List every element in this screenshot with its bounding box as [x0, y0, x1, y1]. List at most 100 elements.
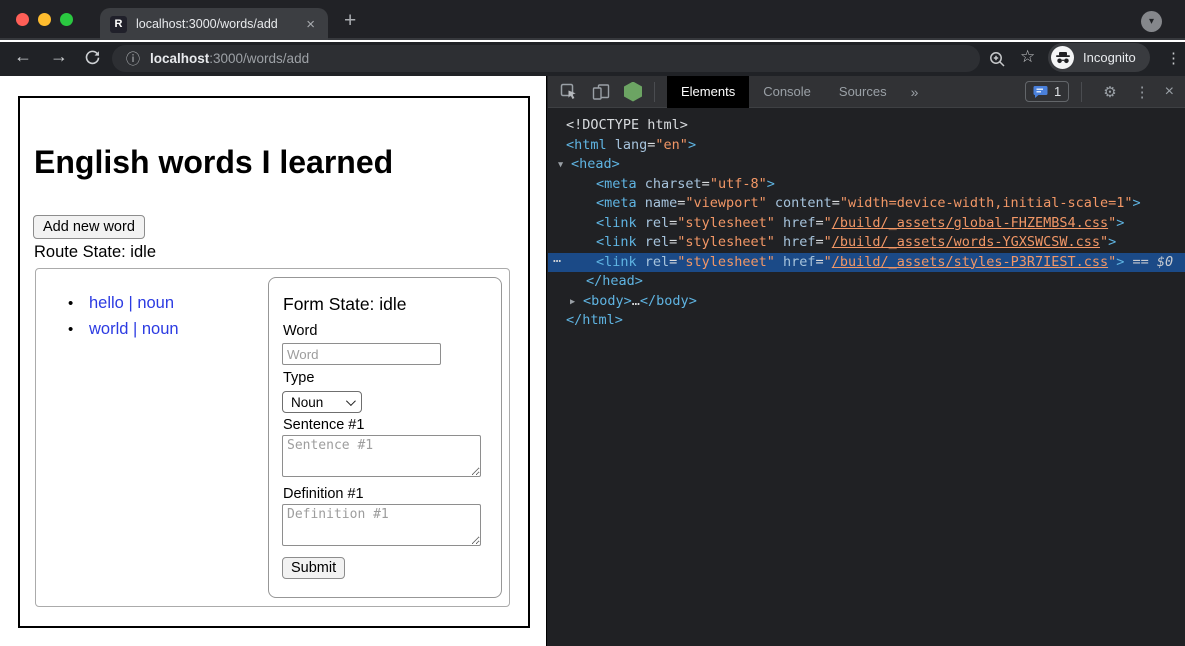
code-line[interactable]: <link rel="stylesheet" href="/build/_ass…	[548, 214, 1185, 234]
code-line[interactable]: <!DOCTYPE html>	[548, 116, 1185, 136]
code-line[interactable]: <html lang="en">	[548, 136, 1185, 156]
code-segment-link: /build/_assets/words-YGXSWCSW.css	[832, 234, 1100, 250]
add-new-word-button[interactable]: Add new word	[33, 215, 145, 239]
devtools-panel: Elements Console Sources » 1 ⚙ ⋮ × <!DOC…	[546, 76, 1185, 646]
words-list: •hello | noun•world | noun	[68, 290, 179, 342]
form-state-text: Form State: idle	[283, 294, 407, 315]
code-segment-val: "	[824, 234, 832, 250]
code-segment-attr: rel	[637, 215, 670, 231]
bookmark-star-icon[interactable]: ☆	[1020, 47, 1035, 67]
code-segment-anno: == $0	[1124, 254, 1173, 270]
incognito-avatar	[1051, 46, 1074, 69]
toolbar-separator	[1081, 82, 1082, 102]
incognito-icon	[1055, 52, 1071, 64]
code-segment-link: /build/_assets/styles-P3R7IEST.css	[832, 254, 1108, 270]
code-segment-tag: <link	[596, 234, 637, 250]
inspect-element-button[interactable]	[560, 83, 578, 101]
code-segment-tag: <link	[596, 215, 637, 231]
url-host: localhost	[150, 51, 209, 66]
definition-textarea[interactable]	[282, 504, 481, 546]
code-segment-attr: charset	[637, 176, 702, 192]
reload-icon	[84, 49, 101, 66]
code-segment-attr: rel	[637, 234, 670, 250]
word-link[interactable]: world | noun	[89, 320, 179, 339]
code-segment-plain: …	[632, 293, 640, 309]
window-close-button[interactable]	[16, 13, 29, 26]
word-list-item: •world | noun	[68, 316, 179, 342]
code-segment-tag: <head>	[571, 156, 620, 172]
sentence-label: Sentence #1	[283, 417, 364, 433]
code-segment-attr: href	[775, 254, 816, 270]
code-segment-tag: </body>	[640, 293, 697, 309]
type-select-value: Noun	[291, 395, 323, 410]
green-hexagon-icon	[624, 82, 642, 102]
browser-menu-button[interactable]: ⋮	[1166, 49, 1181, 67]
reload-button[interactable]	[84, 49, 101, 71]
line-actions-icon[interactable]: …	[553, 249, 562, 269]
word-input[interactable]	[282, 343, 441, 365]
code-segment-attr: rel	[637, 254, 670, 270]
site-info-icon[interactable]: ⓘ	[126, 49, 140, 69]
devtools-close-icon[interactable]: ×	[1165, 83, 1174, 101]
more-tabs-button[interactable]: »	[901, 84, 929, 100]
code-segment-attr: name	[637, 195, 678, 211]
submit-button[interactable]: Submit	[282, 557, 345, 579]
incognito-label: Incognito	[1083, 50, 1136, 65]
issues-badge[interactable]: 1	[1025, 81, 1069, 102]
code-line[interactable]: <meta charset="utf-8">	[548, 175, 1185, 195]
code-segment-tag: <html	[566, 137, 607, 153]
incognito-badge: Incognito	[1048, 43, 1150, 72]
address-bar[interactable]: ⓘ localhost :3000/words/add	[112, 45, 980, 72]
code-segment-val: "viewport"	[685, 195, 766, 211]
devtools-menu-icon[interactable]: ⋮	[1135, 83, 1150, 101]
code-segment-tag: <body>	[583, 293, 632, 309]
tab-close-icon[interactable]: ×	[303, 17, 318, 32]
code-segment-tag: <meta	[596, 176, 637, 192]
browser-tab[interactable]: R localhost:3000/words/add ×	[100, 8, 328, 40]
expand-arrow-icon[interactable]: ▼	[558, 156, 571, 176]
code-line[interactable]: ▼<head>	[548, 155, 1185, 175]
tab-sources[interactable]: Sources	[825, 76, 901, 108]
word-link[interactable]: hello | noun	[89, 294, 174, 313]
extension-button[interactable]	[624, 82, 642, 102]
code-line[interactable]: <meta name="viewport" content="width=dev…	[548, 194, 1185, 214]
tab-console[interactable]: Console	[749, 76, 825, 108]
code-segment-val: "	[1100, 234, 1108, 250]
code-segment-val: "stylesheet"	[677, 234, 775, 250]
device-toolbar-button[interactable]	[592, 83, 610, 101]
chevron-down-icon: ▾	[1149, 17, 1154, 27]
browser-toolbar: ← → ⓘ localhost :3000/words/add ☆	[0, 42, 1185, 76]
tab-elements[interactable]: Elements	[667, 76, 749, 108]
expand-arrow-icon[interactable]: ▶	[570, 293, 583, 313]
code-line[interactable]: ▶<body>…</body>	[548, 292, 1185, 312]
code-line[interactable]: </head>	[548, 272, 1185, 292]
code-line[interactable]: <link rel="stylesheet" href="/build/_ass…	[548, 233, 1185, 253]
code-segment-tag: </head>	[586, 273, 643, 289]
code-segment-attr: href	[775, 234, 816, 250]
code-segment-plain: =	[815, 215, 823, 231]
magnifier-plus-icon	[988, 50, 1006, 68]
zoom-button[interactable]	[988, 50, 1006, 73]
sentence-textarea[interactable]	[282, 435, 481, 477]
code-segment-val: "	[824, 215, 832, 231]
page-content: English words I learned Add new word Rou…	[0, 76, 546, 646]
code-line[interactable]: </html>	[548, 311, 1185, 331]
remix-favicon-icon: R	[110, 16, 127, 33]
window-minimize-button[interactable]	[38, 13, 51, 26]
window-zoom-button[interactable]	[60, 13, 73, 26]
code-segment-plain: =	[702, 176, 710, 192]
tab-search-button[interactable]: ▾	[1141, 11, 1162, 32]
code-segment-tag: </html>	[566, 312, 623, 328]
page-title: English words I learned	[34, 144, 393, 180]
back-button[interactable]: ←	[14, 46, 32, 67]
code-segment-tag: <meta	[596, 195, 637, 211]
url-path: :3000/words/add	[209, 51, 309, 66]
new-tab-button[interactable]: +	[344, 9, 356, 33]
issues-count: 1	[1054, 84, 1061, 99]
tab-title: localhost:3000/words/add	[136, 17, 303, 31]
code-segment-val: "utf-8"	[710, 176, 767, 192]
code-line[interactable]: …<link rel="stylesheet" href="/build/_as…	[548, 253, 1185, 273]
settings-gear-icon[interactable]: ⚙	[1103, 83, 1116, 101]
forward-button[interactable]: →	[50, 46, 68, 67]
type-select[interactable]: Noun	[282, 391, 362, 413]
